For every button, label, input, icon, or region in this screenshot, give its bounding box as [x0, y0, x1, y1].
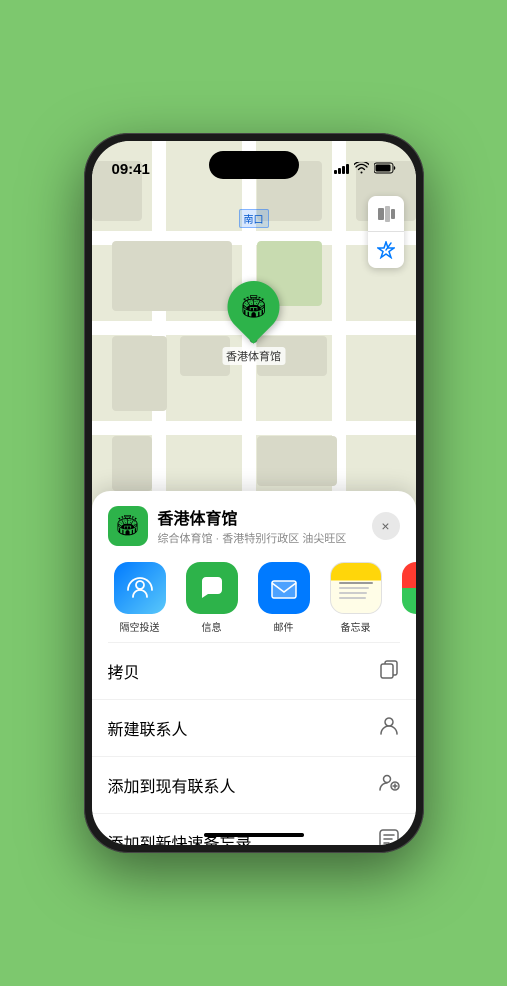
share-row: 隔空投送 信息: [92, 554, 416, 642]
location-pin: 🏟 香港体育馆: [222, 281, 285, 365]
action-copy[interactable]: 拷贝: [92, 643, 416, 700]
quick-note-icon: [378, 828, 400, 845]
messages-icon: [186, 562, 238, 614]
status-icons: [334, 162, 396, 177]
sheet-header: 🏟 香港体育馆 综合体育馆 · 香港特别行政区 油尖旺区 ×: [92, 491, 416, 554]
phone-frame: 09:41: [84, 133, 424, 853]
action-quick-note[interactable]: 添加到新快速备忘录: [92, 814, 416, 845]
phone-screen: 09:41: [92, 141, 416, 845]
map-label-nankou: 南口: [239, 209, 269, 228]
signal-icon: [334, 164, 349, 174]
mail-icon: [258, 562, 310, 614]
share-messages[interactable]: 信息: [176, 562, 248, 634]
new-contact-icon: [378, 714, 400, 742]
add-existing-label: 添加到现有联系人: [108, 773, 236, 797]
share-airdrop[interactable]: 隔空投送: [104, 562, 176, 634]
venue-subtitle: 综合体育馆 · 香港特别行政区 油尖旺区: [158, 530, 362, 546]
share-notes[interactable]: 备忘录: [320, 562, 392, 634]
status-time: 09:41: [112, 161, 150, 178]
bottom-sheet: 🏟 香港体育馆 综合体育馆 · 香港特别行政区 油尖旺区 ×: [92, 491, 416, 845]
home-indicator: [204, 833, 304, 837]
close-button[interactable]: ×: [372, 512, 400, 540]
new-contact-label: 新建联系人: [108, 716, 188, 740]
venue-name: 香港体育馆: [158, 505, 362, 529]
battery-icon: [374, 162, 396, 177]
mail-label: 邮件: [274, 619, 294, 634]
map-type-button[interactable]: [368, 196, 404, 232]
action-new-contact[interactable]: 新建联系人: [92, 700, 416, 757]
share-more[interactable]: 提: [392, 562, 416, 634]
pin-label: 香港体育馆: [222, 347, 285, 365]
copy-icon: [378, 657, 400, 685]
location-button[interactable]: [368, 232, 404, 268]
wifi-icon: [354, 162, 369, 177]
venue-info: 香港体育馆 综合体育馆 · 香港特别行政区 油尖旺区: [158, 505, 362, 546]
venue-icon: 🏟: [108, 506, 148, 546]
add-existing-icon: [378, 771, 400, 799]
messages-label: 信息: [202, 619, 222, 634]
copy-label: 拷贝: [108, 659, 140, 683]
notes-icon: [330, 562, 382, 614]
action-add-existing-contact[interactable]: 添加到现有联系人: [92, 757, 416, 814]
share-mail[interactable]: 邮件: [248, 562, 320, 634]
more-icon: [402, 562, 416, 614]
airdrop-label: 隔空投送: [120, 619, 160, 634]
map-controls: [368, 196, 404, 268]
notes-label: 备忘录: [341, 619, 371, 634]
map-area: 南口: [92, 141, 416, 501]
airdrop-icon: [114, 562, 166, 614]
dynamic-island: [209, 151, 299, 179]
